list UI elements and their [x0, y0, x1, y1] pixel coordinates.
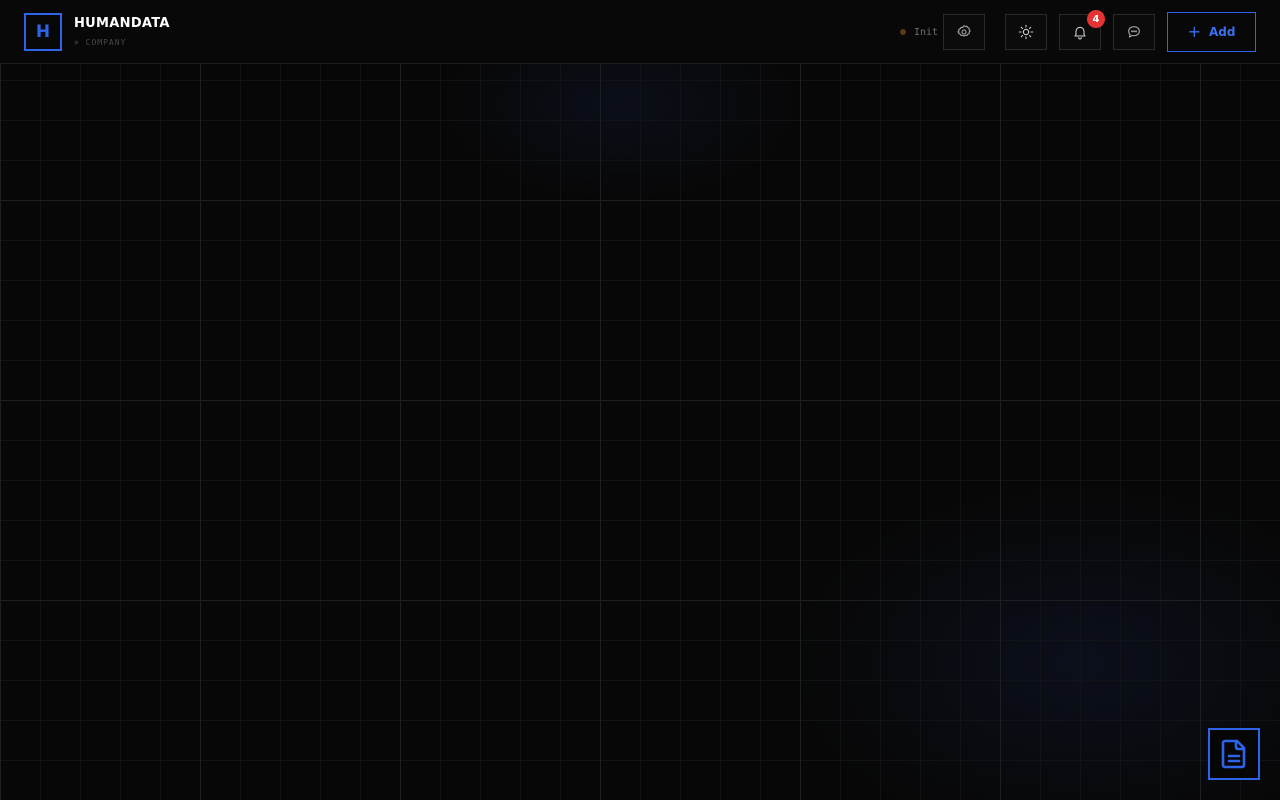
settings-button[interactable]	[943, 14, 985, 50]
top-bar: H HUMANDATA × COMPANY Init 4 + Add	[0, 0, 1280, 64]
sun-icon	[1018, 24, 1034, 40]
canvas-area[interactable]	[0, 64, 1280, 800]
grid-major-lines	[0, 64, 1280, 800]
add-button[interactable]: + Add	[1167, 12, 1256, 52]
theme-toggle-button[interactable]	[1005, 14, 1047, 50]
notification-count-badge: 4	[1087, 10, 1105, 28]
document-icon	[1221, 739, 1246, 769]
chat-button[interactable]	[1113, 14, 1155, 50]
brand-name: HUMANDATA	[74, 16, 170, 31]
gear-icon	[957, 25, 971, 37]
logo-letter: H	[35, 22, 51, 42]
status-dot	[900, 29, 906, 35]
status-indicator: Init	[900, 26, 938, 38]
status-text: Init	[914, 26, 939, 38]
add-button-label: Add	[1208, 25, 1236, 39]
plus-icon: +	[1187, 22, 1201, 41]
brand-subtitle: × COMPANY	[74, 38, 127, 47]
bell-icon	[1074, 26, 1086, 40]
chat-bubble-icon	[1128, 26, 1140, 38]
document-button[interactable]	[1208, 728, 1260, 780]
logo[interactable]: H	[24, 13, 62, 51]
notifications-button[interactable]: 4	[1059, 10, 1105, 50]
page: H HUMANDATA × COMPANY Init 4 + Add	[0, 0, 1280, 800]
